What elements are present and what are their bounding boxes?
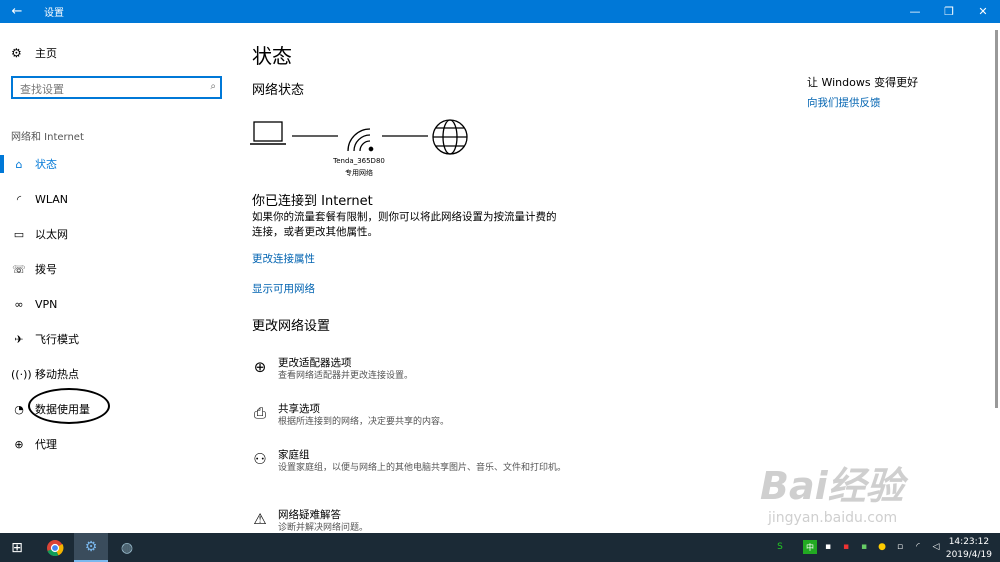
- change-connection-properties-link[interactable]: 更改连接属性: [252, 251, 315, 266]
- watermark-brand: Bai经验: [760, 464, 904, 508]
- qq-icon[interactable]: ●: [875, 540, 889, 554]
- homegroup-icon: ⚇: [253, 450, 267, 468]
- network-status-heading: 网络状态: [252, 83, 305, 98]
- option-title: 家庭组: [278, 449, 310, 461]
- printer-icon: ⎙: [253, 404, 266, 422]
- option-desc: 根据所连接到的网络，决定要共享的内容。: [278, 417, 450, 427]
- minimize-icon: —: [909, 5, 921, 18]
- close-icon: ✕: [978, 5, 988, 18]
- change-network-settings-heading: 更改网络设置: [252, 319, 331, 334]
- option-desc: 设置家庭组，以便与网络上的其他电脑共享图片、音乐、文件和打印机。: [278, 463, 567, 473]
- clock[interactable]: 14:23:12 2019/4/19: [946, 536, 992, 562]
- sidebar-item-label: 移动热点: [35, 368, 79, 381]
- tray-app-icon[interactable]: ▪: [839, 540, 853, 554]
- sidebar-item-label: 状态: [35, 158, 57, 171]
- baidu-watermark: Bai经验 jingyan.baidu.com: [760, 455, 904, 526]
- option-desc: 查看网络适配器并更改连接设置。: [278, 371, 414, 381]
- scrollbar[interactable]: [995, 30, 998, 408]
- network-type: 专用网络: [345, 169, 373, 177]
- app-icon: ◍: [120, 539, 134, 556]
- option-title: 共享选项: [278, 403, 320, 415]
- home-label: 主页: [35, 47, 57, 60]
- connection-description: 如果你的流量套餐有限制，则你可以将此网络设置为按流量计费的连接，或者更改其他属性…: [252, 211, 557, 238]
- warning-icon: ⚠: [253, 510, 267, 528]
- settings-taskbar-button[interactable]: ⚙: [74, 533, 108, 562]
- chrome-taskbar-button[interactable]: [38, 533, 72, 562]
- title-bar: ← 设置 — ❐ ✕: [0, 0, 1000, 23]
- ime-icon[interactable]: 中: [803, 540, 817, 554]
- airplane-icon: ✈: [14, 332, 24, 346]
- option-title: 网络疑难解答: [278, 509, 341, 521]
- minimize-button[interactable]: —: [898, 0, 932, 23]
- wifi-tray-icon[interactable]: ◜: [911, 540, 925, 554]
- sidebar-item-status[interactable]: ⌂ 状态: [0, 152, 230, 176]
- app-taskbar-button[interactable]: ◍: [110, 533, 144, 562]
- sidebar-item-label: 代理: [35, 438, 57, 451]
- taskbar: ⊞ ⚙ ◍ S 中 ▪ ▪ ▪ ● ▫ ◜ ◁ 14:23:12 2019/4/…: [0, 533, 1000, 562]
- watermark-url: jingyan.baidu.com: [768, 510, 898, 526]
- sidebar-item-label: 拨号: [35, 263, 57, 276]
- back-button[interactable]: ←: [0, 0, 34, 23]
- laptop-icon: [250, 121, 286, 145]
- show-available-networks-link[interactable]: 显示可用网络: [252, 281, 315, 296]
- clock-date: 2019/4/19: [945, 550, 992, 560]
- page-title: 状态: [252, 44, 292, 68]
- gear-icon: ⚙: [11, 46, 22, 60]
- close-button[interactable]: ✕: [966, 0, 1000, 23]
- sogou-icon[interactable]: S: [773, 540, 787, 554]
- sidebar-item-wlan[interactable]: ◜ WLAN: [0, 187, 230, 211]
- home-icon: ⌂: [15, 157, 23, 171]
- search-input[interactable]: 查找设置 ⌕: [11, 76, 222, 99]
- windows-icon: ⊞: [11, 539, 23, 556]
- vpn-icon: ∞: [14, 297, 24, 311]
- sidebar-item-dialup[interactable]: ☏ 拨号: [0, 257, 230, 281]
- network-name: Tenda_365D80: [333, 157, 385, 165]
- clock-time: 14:23:12: [948, 537, 990, 547]
- start-button[interactable]: ⊞: [0, 533, 34, 562]
- sidebar-item-proxy[interactable]: ⊕ 代理: [0, 432, 230, 456]
- restore-icon: ❐: [944, 5, 954, 18]
- improve-windows-heading: 让 Windows 变得更好: [807, 76, 919, 89]
- sidebar-item-label: 以太网: [35, 228, 68, 241]
- network-diagram: [250, 119, 468, 155]
- volume-icon[interactable]: ◁: [929, 540, 943, 554]
- data-usage-icon: ◔: [14, 402, 24, 416]
- feedback-link[interactable]: 向我们提供反馈: [807, 95, 918, 110]
- sidebar-item-ethernet[interactable]: ▭ 以太网: [0, 222, 230, 246]
- sidebar-item-hotspot[interactable]: ((·)) 移动热点: [0, 362, 230, 386]
- wifi-icon: [347, 128, 374, 152]
- sidebar-item-label: 飞行模式: [35, 333, 79, 346]
- home-link[interactable]: ⚙ 主页: [11, 45, 57, 61]
- adapter-globe-icon: ⊕: [253, 358, 267, 376]
- globe-icon: ⊕: [14, 437, 24, 451]
- maximize-button[interactable]: ❐: [932, 0, 966, 23]
- sidebar-item-label: VPN: [35, 297, 58, 311]
- search-icon[interactable]: ⌕: [210, 81, 216, 92]
- tray-app-icon[interactable]: ▪: [821, 540, 835, 554]
- feedback-panel: 让 Windows 变得更好 向我们提供反馈: [807, 74, 918, 110]
- window-title: 设置: [44, 8, 64, 19]
- dialup-icon: ☏: [12, 262, 26, 276]
- arrow-left-icon: ←: [11, 4, 23, 19]
- connected-heading: 你已连接到 Internet: [252, 194, 373, 209]
- sidebar: ⚙ 主页 查找设置 ⌕ 网络和 Internet ⌂ 状态 ◜ WLAN ▭ 以…: [0, 23, 230, 533]
- globe-icon: [432, 119, 468, 155]
- search-placeholder: 查找设置: [20, 83, 64, 96]
- wifi-icon: ◜: [16, 192, 22, 206]
- sidebar-item-airplane[interactable]: ✈ 飞行模式: [0, 327, 230, 351]
- sidebar-item-vpn[interactable]: ∞ VPN: [0, 292, 230, 316]
- chrome-icon: [47, 539, 64, 556]
- selection-indicator: [0, 155, 4, 173]
- annotation-ellipse: [28, 388, 110, 424]
- sidebar-item-label: WLAN: [35, 192, 69, 206]
- nvidia-icon[interactable]: ▪: [857, 540, 871, 554]
- hotspot-icon: ((·)): [11, 367, 32, 381]
- tray-app-icon[interactable]: ▫: [893, 540, 907, 554]
- option-title: 更改适配器选项: [278, 357, 352, 369]
- ethernet-icon: ▭: [13, 227, 25, 241]
- section-header: 网络和 Internet: [11, 132, 84, 143]
- gear-icon: ⚙: [84, 538, 98, 555]
